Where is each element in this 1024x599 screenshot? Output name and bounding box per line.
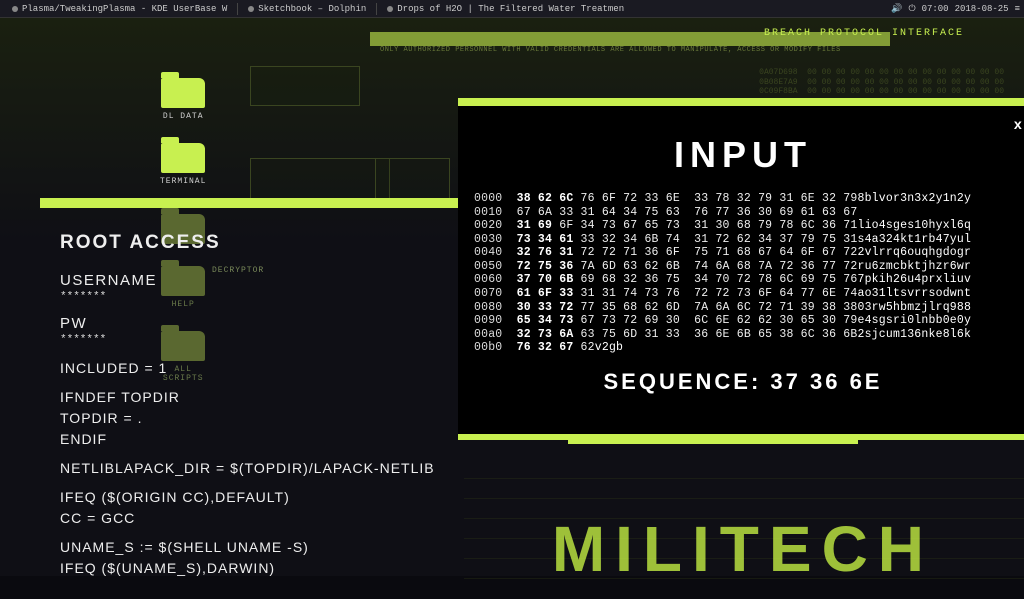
folder-dl-data[interactable]: DL DATA [160, 78, 206, 121]
network-icon[interactable]: ⏻ [908, 4, 915, 14]
uname-block: UNAME_S := $(SHELL UNAME -S) IFEQ ($(UNA… [60, 537, 440, 579]
folder-icon [161, 143, 205, 173]
background-hex: 0A07D698 00 00 00 00 00 00 00 00 00 00 0… [759, 68, 1004, 97]
taskbar-item[interactable]: Plasma/TweakingPlasma - KDE UserBase W [4, 4, 235, 14]
brand-logo: MILITECH [552, 512, 934, 586]
deco-box [250, 66, 360, 106]
taskbar-item[interactable]: Drops of H2O | The Filtered Water Treatm… [379, 4, 632, 14]
username-field[interactable]: ******* [60, 291, 440, 303]
sequence-display: SEQUENCE: 37 36 6E [458, 369, 1024, 395]
taskbar-tray: 🔊 ⏻ 07:00 2018-08-25 ≡ [891, 4, 1020, 14]
decryptor-label: DECRYPTOR [212, 266, 264, 275]
included-line: INCLUDED = 1 [60, 358, 440, 379]
ifndef-block: IFNDEF TOPDIR TOPDIR = . ENDIF [60, 387, 440, 450]
folder-icon [161, 78, 205, 108]
date[interactable]: 2018-08-25 [955, 4, 1009, 14]
clock[interactable]: 07:00 [922, 4, 949, 14]
hex-dump: 0000 38 62 6C 76 6F 72 33 6E 33 78 32 79… [458, 192, 1024, 355]
app-icon [12, 6, 18, 12]
taskbar-separator [237, 3, 238, 15]
input-title: INPUT [458, 134, 1024, 176]
breach-title: BREACH PROTOCOL INTERFACE [764, 28, 964, 39]
breach-subtitle: ONLY AUTHORIZED PERSONNEL WITH VALID CRE… [380, 46, 964, 54]
panel-accent-bar [40, 198, 460, 208]
taskbar-separator [376, 3, 377, 15]
menu-icon[interactable]: ≡ [1015, 4, 1020, 14]
volume-icon[interactable]: 🔊 [891, 4, 902, 14]
pw-field[interactable]: ******* [60, 334, 440, 346]
panel-accent-bar [458, 98, 1024, 106]
ifeq-block: IFEQ ($(ORIGIN CC),DEFAULT) CC = GCC [60, 487, 440, 529]
root-access-panel: DECRYPTOR ROOT ACCESS USERNAME ******* P… [40, 198, 460, 599]
pw-label: PW [60, 315, 440, 332]
folder-terminal[interactable]: TERMINAL [160, 143, 206, 186]
input-panel: x INPUT 0000 38 62 6C 76 6F 72 33 6E 33 … [458, 100, 1024, 440]
app-icon [248, 6, 254, 12]
progress-bar [568, 440, 858, 444]
netlib-line: NETLIBLAPACK_DIR = $(TOPDIR)/LAPACK-NETL… [60, 458, 440, 479]
close-button[interactable]: x [1014, 118, 1022, 134]
app-icon [387, 6, 393, 12]
taskbar-item[interactable]: Sketchbook – Dolphin [240, 4, 374, 14]
taskbar: Plasma/TweakingPlasma - KDE UserBase W S… [0, 0, 1024, 18]
root-access-title: ROOT ACCESS [60, 232, 440, 254]
